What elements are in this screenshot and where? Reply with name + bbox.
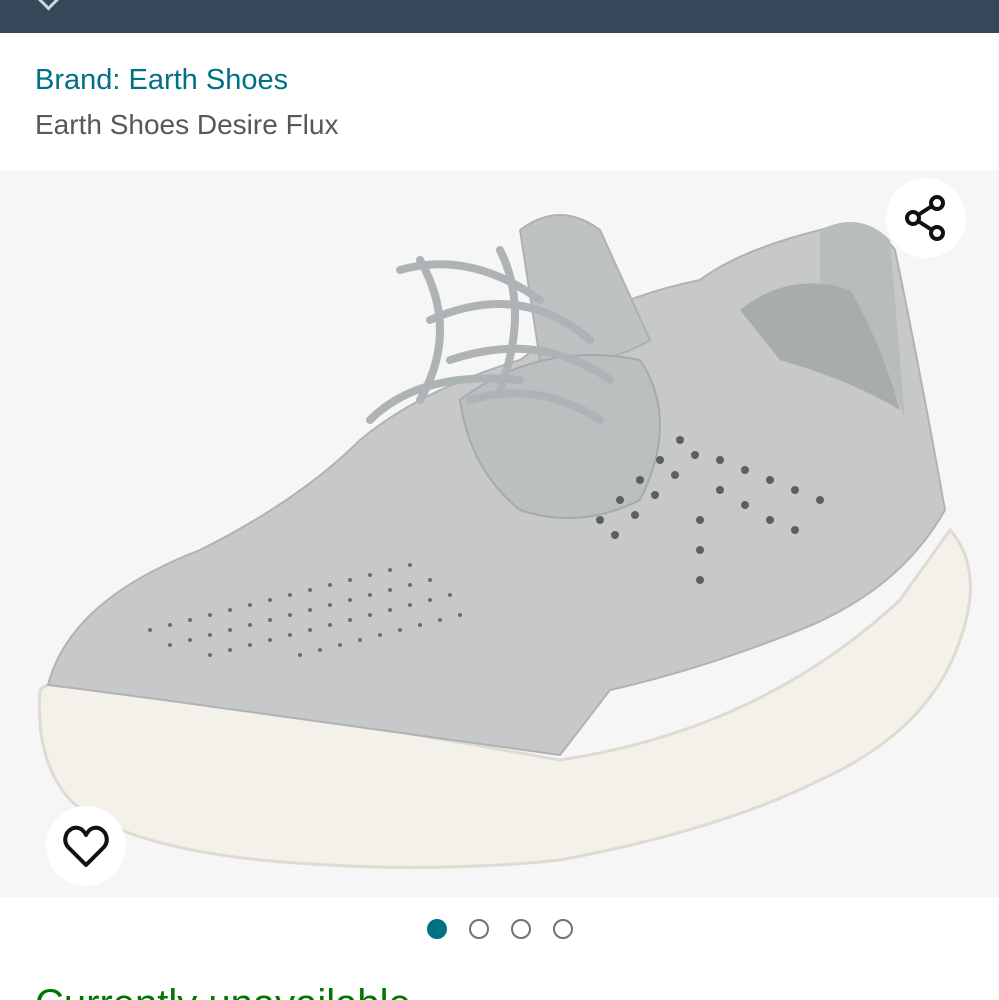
wishlist-button[interactable] xyxy=(46,806,126,886)
carousel-pagination xyxy=(0,915,999,943)
carousel-dot-2[interactable] xyxy=(468,919,489,939)
share-icon xyxy=(905,195,945,241)
product-page: Brand: Earth Shoes Earth Shoes Desire Fl… xyxy=(0,0,999,1000)
carousel-dot-3[interactable] xyxy=(510,919,531,939)
share-button[interactable] xyxy=(886,178,966,258)
product-image xyxy=(0,170,999,897)
carousel-dot-1[interactable] xyxy=(426,919,447,939)
top-navigation-bar xyxy=(0,0,999,33)
product-image-carousel[interactable] xyxy=(0,170,999,897)
back-chevron-icon[interactable] xyxy=(36,0,61,11)
brand-link[interactable]: Brand: Earth Shoes xyxy=(35,64,288,97)
carousel-dot-4[interactable] xyxy=(552,919,573,939)
availability-status: Currently unavailable. xyxy=(35,982,422,1000)
product-title: Earth Shoes Desire Flux xyxy=(35,109,339,140)
heart-icon xyxy=(63,825,109,867)
